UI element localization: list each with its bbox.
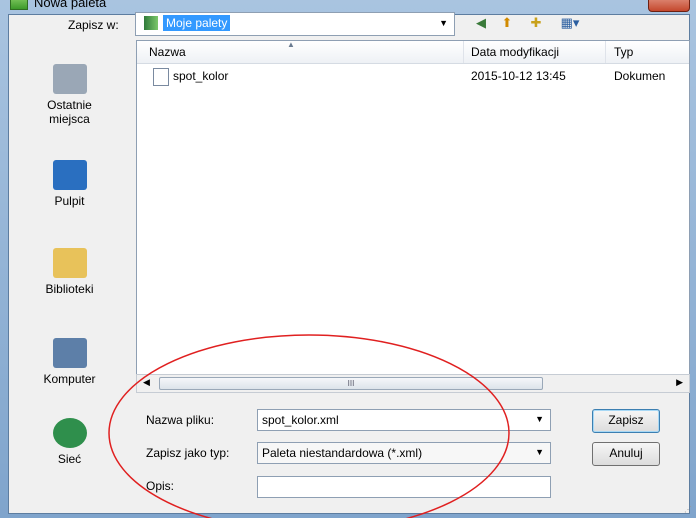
save-button[interactable]: Zapisz bbox=[592, 409, 660, 433]
resize-grip-icon[interactable]: ⋰ bbox=[684, 505, 692, 514]
view-menu-icon[interactable]: ▦▾ bbox=[556, 14, 584, 32]
filetype-select[interactable]: Paleta niestandardowa (*.xml) ▼ bbox=[257, 442, 551, 464]
scroll-thumb[interactable]: III bbox=[159, 377, 543, 390]
libraries-icon bbox=[52, 248, 87, 278]
close-button[interactable] bbox=[648, 0, 690, 12]
list-header: ▲ Nazwa Data modyfikacji Typ bbox=[137, 41, 689, 64]
file-type: Dokumen bbox=[614, 69, 666, 83]
app-icon bbox=[10, 0, 28, 10]
sort-ascending-icon: ▲ bbox=[287, 40, 295, 49]
filetype-label: Zapisz jako typ: bbox=[146, 446, 230, 460]
description-input[interactable] bbox=[257, 476, 551, 498]
column-header-date[interactable]: Data modyfikacji bbox=[471, 45, 559, 59]
cancel-button[interactable]: Anuluj bbox=[592, 442, 660, 466]
save-in-label: Zapisz w: bbox=[68, 18, 119, 32]
place-label: Pulpit bbox=[54, 194, 85, 208]
file-icon bbox=[153, 68, 169, 86]
chevron-down-icon[interactable]: ▼ bbox=[535, 414, 544, 424]
file-date: 2015-10-12 13:45 bbox=[471, 69, 566, 83]
list-item[interactable]: spot_kolor 2015-10-12 13:45 Dokumen bbox=[137, 68, 689, 86]
place-desktop[interactable]: Pulpit bbox=[9, 160, 130, 208]
location-value: Moje palety bbox=[163, 15, 231, 31]
recent-places-icon bbox=[52, 64, 87, 94]
file-list[interactable]: ▲ Nazwa Data modyfikacji Typ spot_kolor … bbox=[136, 40, 690, 376]
place-label: Ostatnie miejsca bbox=[47, 98, 92, 126]
place-recent[interactable]: Ostatnie miejsca bbox=[9, 64, 130, 126]
filename-label: Nazwa pliku: bbox=[146, 413, 215, 427]
dialog-window: Nowa paleta Zapisz w: Moje palety ▼ ◀ ⬆ … bbox=[0, 0, 696, 518]
column-divider[interactable] bbox=[463, 41, 464, 63]
desktop-icon bbox=[52, 160, 87, 190]
horizontal-scrollbar[interactable]: ◀ III ▶ bbox=[136, 374, 690, 393]
folder-icon bbox=[144, 16, 158, 30]
places-bar: Ostatnie miejsca Pulpit Biblioteki Kompu… bbox=[9, 40, 130, 492]
scroll-left-icon[interactable]: ◀ bbox=[143, 377, 150, 388]
place-libraries[interactable]: Biblioteki bbox=[9, 248, 130, 296]
new-folder-icon[interactable]: ✚ bbox=[526, 14, 546, 32]
place-label: Sieć bbox=[57, 452, 82, 466]
description-label: Opis: bbox=[146, 479, 175, 493]
filetype-value: Paleta niestandardowa (*.xml) bbox=[262, 446, 423, 460]
column-divider[interactable] bbox=[605, 41, 606, 63]
computer-icon bbox=[52, 338, 87, 368]
column-header-type[interactable]: Typ bbox=[614, 45, 633, 59]
filename-value: spot_kolor.xml bbox=[262, 413, 339, 427]
network-icon bbox=[52, 418, 87, 448]
scroll-right-icon[interactable]: ▶ bbox=[676, 377, 683, 388]
place-network[interactable]: Sieć bbox=[9, 418, 130, 466]
place-label: Komputer bbox=[43, 372, 96, 386]
chevron-down-icon[interactable]: ▼ bbox=[535, 447, 544, 457]
window-title: Nowa paleta bbox=[34, 0, 107, 10]
place-computer[interactable]: Komputer bbox=[9, 338, 130, 386]
chevron-down-icon: ▼ bbox=[439, 18, 448, 28]
filename-input[interactable]: spot_kolor.xml ▼ bbox=[257, 409, 551, 431]
file-name: spot_kolor bbox=[173, 69, 229, 83]
back-icon[interactable]: ◀ bbox=[471, 14, 491, 32]
place-label: Biblioteki bbox=[45, 282, 94, 296]
up-folder-icon[interactable]: ⬆ bbox=[497, 14, 517, 32]
column-header-name[interactable]: Nazwa bbox=[149, 45, 186, 59]
location-dropdown[interactable]: Moje palety ▼ bbox=[135, 12, 455, 36]
